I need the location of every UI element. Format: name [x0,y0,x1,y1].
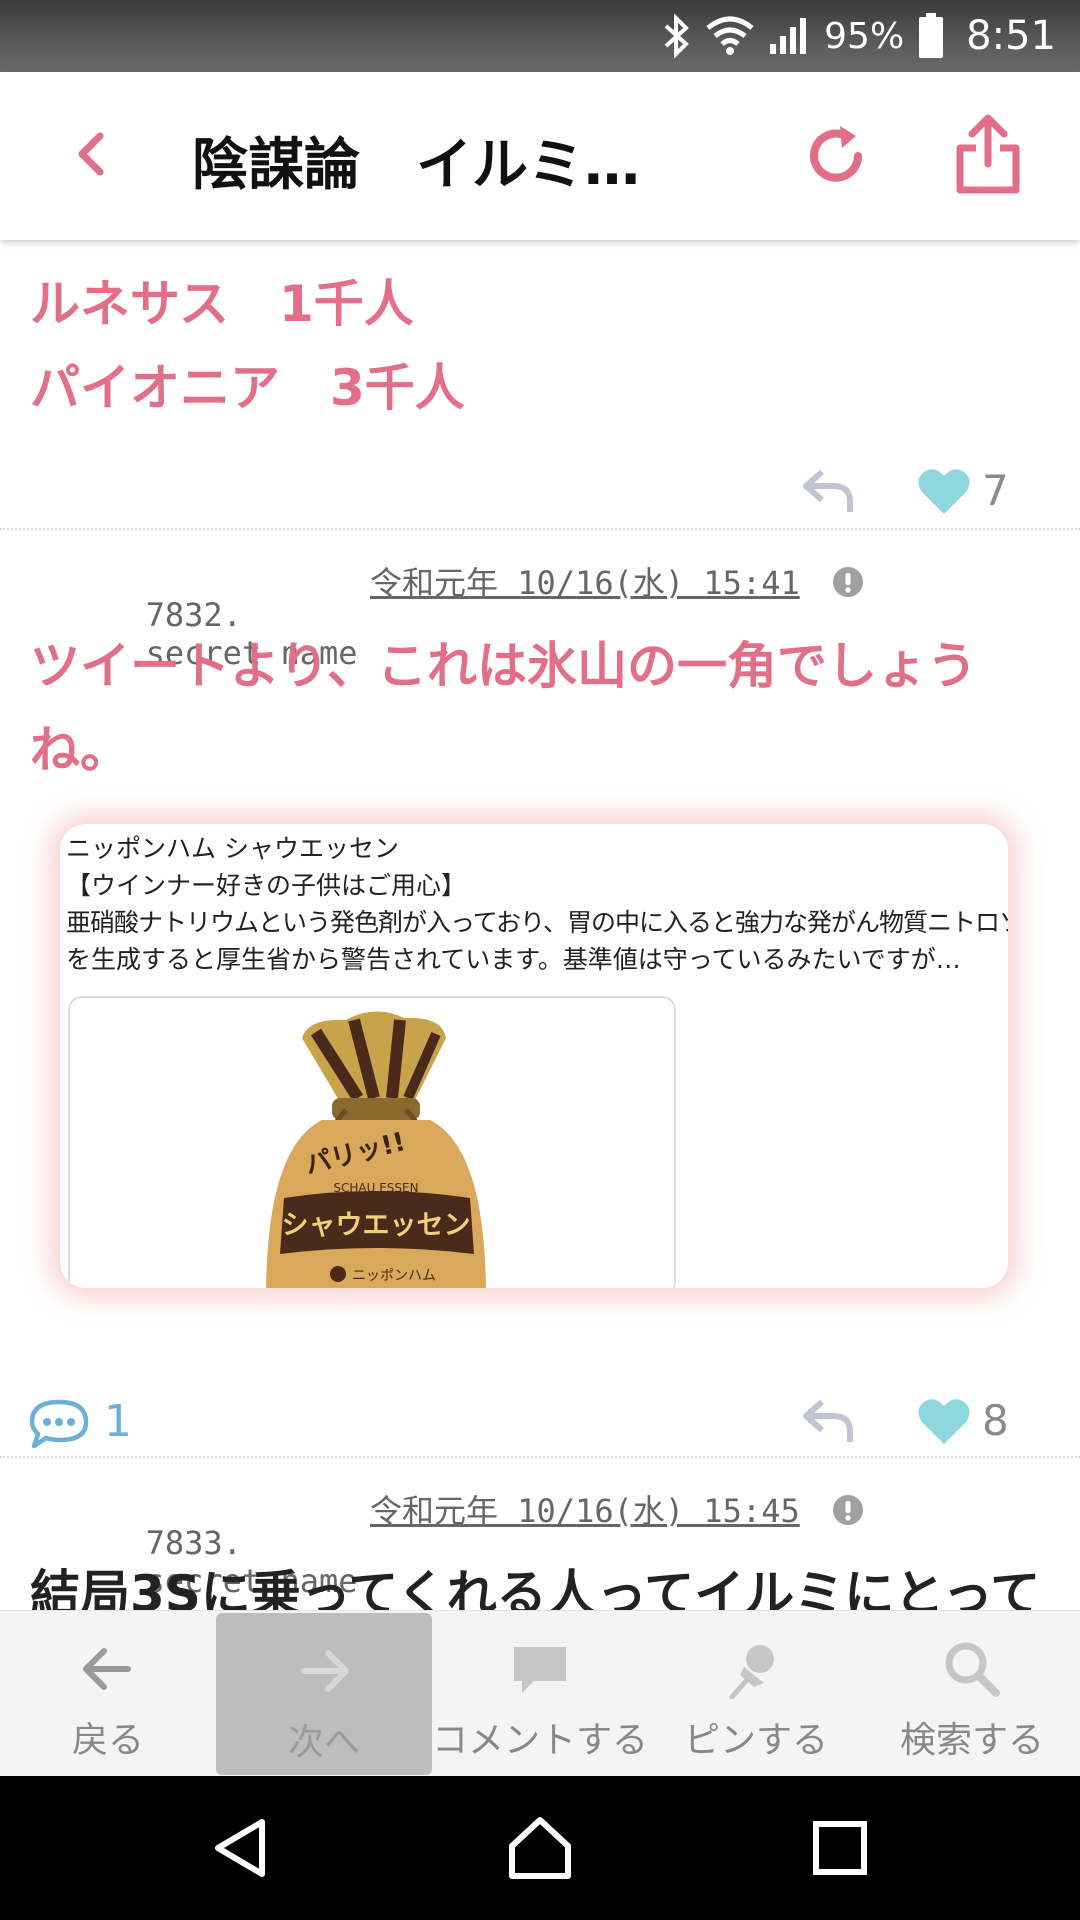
post-body-line: 結局3Sに乗ってくれる人ってイルミにとって [30,1565,1041,1610]
battery-icon [919,13,944,58]
report-icon[interactable] [832,1494,864,1526]
comment-tool-label: コメントする [432,1720,649,1761]
pin-icon [729,1645,774,1699]
status-bar: 95% 8:51 [0,0,1080,72]
nav-recents-icon[interactable] [804,1812,876,1884]
report-icon[interactable] [832,566,864,598]
search-tool-button[interactable]: 検索する [864,1611,1080,1777]
tweet-line: 【ウインナー好きの子供はご用心】 [66,871,467,900]
previous-post-line: パイオニア 3千人 [30,359,465,417]
back-icon[interactable] [60,122,124,186]
post-body: 結局3Sに乗ってくれる人ってイルミにとって [30,1552,1050,1610]
nav-home-icon[interactable] [504,1812,576,1884]
bottom-toolbar: 戻る 次へ コメントする ピンする 検索する [0,1610,1080,1776]
reply-icon[interactable] [800,466,856,514]
tweet-line: 亜硝酸ナトリウムという発色剤が入っており、胃の中に入ると強力な発がん物質ニトロソ… [66,908,1008,937]
tweet-line: ニッポンハム シャウエッセン [66,834,399,863]
comment-icon[interactable] [28,1398,90,1450]
nav-back-icon[interactable] [206,1812,278,1884]
battery-percentage: 95% [824,15,905,57]
post-body-line: ツイートより、これは氷山の一角でしょう [30,637,977,695]
tweet-text: ニッポンハム シャウエッセン 【ウインナー好きの子供はご用心】 亜硝酸ナトリウム… [66,830,1008,978]
pin-tool-label: ピンする [683,1720,828,1761]
comment-count[interactable]: 1 [104,1396,132,1447]
back-tool-button[interactable]: 戻る [0,1611,216,1777]
wifi-icon [706,16,754,55]
clock: 8:51 [966,13,1056,59]
share-icon[interactable] [952,112,1024,196]
like-count: 7 [982,466,1009,515]
next-tool-label: 次へ [287,1722,360,1763]
search-tool-label: 検索する [899,1720,1044,1761]
pin-tool-button[interactable]: ピンする [648,1611,864,1777]
system-navigation-bar [0,1776,1080,1920]
search-icon [945,1642,1000,1697]
sausage-package-image: シャウエッセン SCHAU ESSEN パリッ!! ニッポンハム [266,1011,486,1288]
reload-icon[interactable] [800,120,872,192]
previous-post-actions: 7 [0,460,1080,530]
app-header: 陰謀論 イルミ… [0,72,1080,240]
like-count: 8 [982,1396,1009,1445]
heart-icon[interactable] [916,466,972,516]
package-label: シャウエッセン [282,1210,471,1241]
page-title: 陰謀論 イルミ… [192,133,640,198]
thread-content[interactable]: ルネサス 1千人 パイオニア 3千人 7 7832. secret name 令… [0,240,1080,1610]
heart-icon[interactable] [916,1396,972,1446]
post-date-link[interactable]: 令和元年 10/16(水) 15:41 [370,558,800,604]
post-body: ツイートより、これは氷山の一角でしょう ね。 [30,624,1050,792]
tweet-line: を生成すると厚生省から警告されています。基準値は守っているみたいですが… [66,945,961,974]
previous-post-line: ルネサス 1千人 [30,275,414,333]
signal-icon [770,18,807,54]
reply-icon[interactable] [800,1396,856,1444]
arrow-left-icon [83,1648,131,1690]
arrow-right-icon [301,1650,349,1692]
post-divider [0,528,1080,530]
previous-post-body: ルネサス 1千人 パイオニア 3千人 [30,262,465,430]
speech-bubble-icon [514,1647,566,1693]
bluetooth-icon [664,14,690,58]
next-tool-button[interactable]: 次へ [216,1613,432,1775]
back-tool-label: 戻る [71,1720,144,1761]
package-subtitle: SCHAU ESSEN [333,1181,418,1195]
post-actions: 1 8 [0,1390,1080,1460]
comment-tool-button[interactable]: コメントする [432,1611,648,1777]
post-body-line: ね。 [30,721,130,779]
post-date-link[interactable]: 令和元年 10/16(水) 15:45 [370,1486,800,1532]
phone-screen: { "status": { "battery": "95%", "time": … [0,0,1080,1920]
embedded-tweet-card[interactable]: ニッポンハム シャウエッセン 【ウインナー好きの子供はご用心】 亜硝酸ナトリウム… [60,824,1008,1288]
post-divider [0,1456,1080,1458]
tweet-image[interactable]: シャウエッセン SCHAU ESSEN パリッ!! ニッポンハム [68,996,676,1288]
post-meta: 7833. secret name 令和元年 10/16(水) 15:45 [30,1486,863,1600]
package-brand: ニッポンハム [352,1268,436,1284]
post-meta: 7832. secret name 令和元年 10/16(水) 15:41 [30,558,863,672]
